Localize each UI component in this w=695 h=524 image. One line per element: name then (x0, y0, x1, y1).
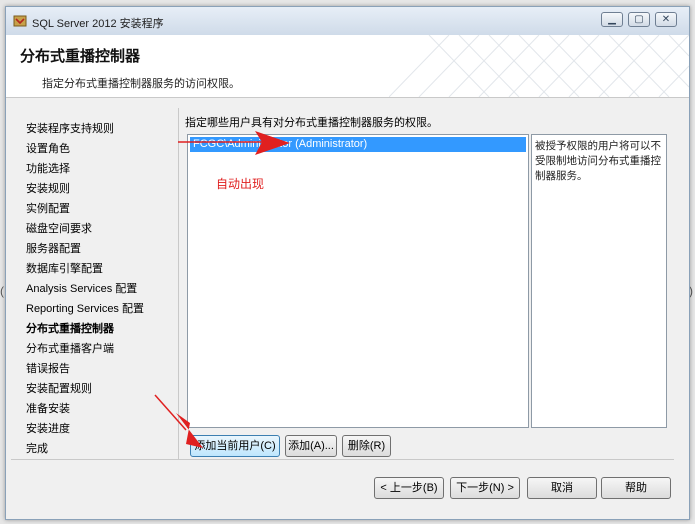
nav-item-setup-support-rules[interactable]: 安装程序支持规则 (26, 120, 114, 136)
nav-item-complete[interactable]: 完成 (26, 440, 48, 456)
nav-item-error-reporting[interactable]: 错误报告 (26, 360, 70, 376)
sql-server-app-icon (13, 15, 27, 27)
installer-window: SQL Server 2012 安装程序 ▁ ▢ ✕ 分布式重播控制器 指定分布… (5, 6, 690, 520)
nav-divider (178, 108, 179, 460)
nav-item-setup-role[interactable]: 设置角色 (26, 140, 70, 156)
window-title: SQL Server 2012 安装程序 (32, 18, 164, 30)
permissions-description: 指定哪些用户具有对分布式重播控制器服务的权限。 (185, 117, 438, 129)
user-list-item[interactable]: FCGC\Administrator (Administrator) (190, 137, 526, 152)
nav-item-installation-progress[interactable]: 安装进度 (26, 420, 70, 436)
add-user-button[interactable]: 添加(A)... (285, 435, 337, 457)
cancel-button[interactable]: 取消 (527, 477, 597, 499)
nav-item-analysis-services[interactable]: Analysis Services 配置 (26, 280, 137, 296)
page-title: 分布式重播控制器 (20, 48, 141, 65)
close-icon: ✕ (661, 14, 671, 25)
nav-item-ready-to-install[interactable]: 准备安装 (26, 400, 70, 416)
nav-item-installation-rules[interactable]: 安装规则 (26, 180, 70, 196)
add-current-user-button[interactable]: 添加当前用户(C) (190, 435, 280, 457)
back-button[interactable]: < 上一步(B) (374, 477, 444, 499)
nav-item-replay-client[interactable]: 分布式重播客户端 (26, 340, 114, 356)
title-bar: SQL Server 2012 安装程序 ▁ ▢ ✕ (6, 7, 689, 36)
annotation-label: 自动出现 (216, 177, 265, 191)
nav-item-feature-selection[interactable]: 功能选择 (26, 160, 70, 176)
nav-item-replay-controller[interactable]: 分布式重播控制器 (26, 320, 114, 336)
nav-item-configuration-rules[interactable]: 安装配置规则 (26, 380, 92, 396)
maximize-button[interactable]: ▢ (628, 12, 650, 27)
help-button[interactable]: 帮助 (601, 477, 671, 499)
info-panel: 被授予权限的用户将可以不受限制地访问分布式重播控制器服务。 (531, 134, 667, 428)
nav-item-database-engine[interactable]: 数据库引擎配置 (26, 260, 103, 276)
minimize-icon: ▁ (608, 14, 616, 25)
nav-item-reporting-services[interactable]: Reporting Services 配置 (26, 300, 144, 316)
close-window-button[interactable]: ✕ (655, 12, 677, 27)
minimize-button[interactable]: ▁ (601, 12, 623, 27)
maximize-icon: ▢ (634, 14, 644, 25)
header-decoration (389, 35, 689, 97)
page-subtitle: 指定分布式重播控制器服务的访问权限。 (42, 78, 240, 90)
remove-user-button[interactable]: 删除(R) (342, 435, 391, 457)
nav-item-disk-space[interactable]: 磁盘空间要求 (26, 220, 92, 236)
nav-item-server-configuration[interactable]: 服务器配置 (26, 240, 81, 256)
footer-divider (11, 459, 674, 460)
page-header: 分布式重播控制器 指定分布式重播控制器服务的访问权限。 (6, 35, 689, 98)
step-navigation: 安装程序支持规则 设置角色 功能选择 安装规则 实例配置 磁盘空间要求 服务器配… (6, 98, 178, 459)
next-button[interactable]: 下一步(N) > (450, 477, 520, 499)
nav-item-instance-configuration[interactable]: 实例配置 (26, 200, 70, 216)
